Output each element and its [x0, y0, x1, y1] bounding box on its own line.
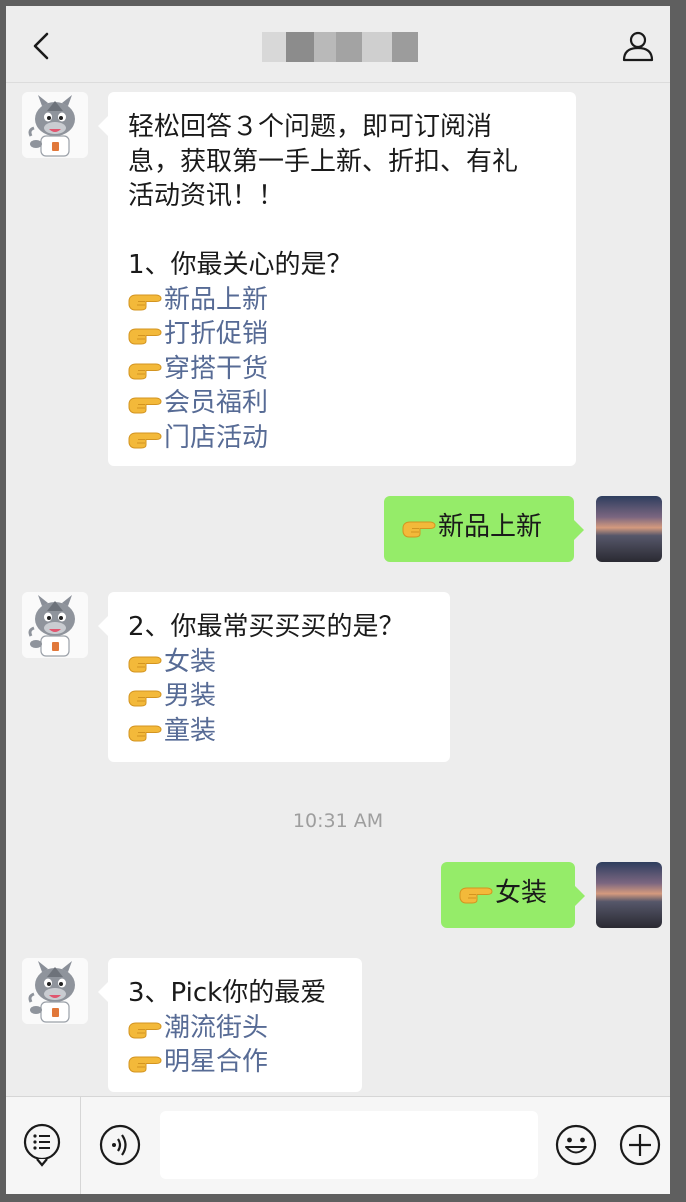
- menu-button[interactable]: [20, 1123, 64, 1167]
- user-avatar[interactable]: [596, 496, 662, 562]
- message-text: 女装: [495, 878, 548, 908]
- pointing-hand-icon: [128, 427, 162, 449]
- option-link[interactable]: 潮流街头: [128, 1011, 342, 1046]
- chat-window: 轻松回答３个问题，即可订阅消 息，获取第一手上新、折扣、有礼 活动资讯！！ 1、…: [6, 6, 670, 1194]
- option-link[interactable]: 女装: [128, 645, 430, 680]
- pointing-hand-icon: [128, 289, 162, 311]
- option-link[interactable]: 明星合作: [128, 1045, 342, 1080]
- option-link[interactable]: 男装: [128, 679, 430, 714]
- pointing-hand-icon: [128, 392, 162, 414]
- question-text: 3、Pick你的最爱: [128, 978, 327, 1008]
- pointing-hand-icon: [128, 1051, 162, 1073]
- message-bubble-incoming[interactable]: 3、Pick你的最爱 潮流街头 明星合作: [98, 958, 362, 1092]
- timestamp: 10:31 AM: [292, 810, 384, 832]
- option-link[interactable]: 穿搭干货: [128, 352, 556, 387]
- message-bubble-incoming[interactable]: 2、你最常买买买的是？ 女装 男装 童装: [98, 592, 450, 762]
- pointing-hand-icon: [402, 516, 436, 538]
- user-avatar[interactable]: [596, 862, 662, 928]
- voice-icon: [99, 1124, 141, 1166]
- message-input[interactable]: [160, 1111, 538, 1179]
- input-bar: [6, 1096, 670, 1194]
- message-bubble-outgoing[interactable]: 女装: [441, 862, 585, 928]
- chat-title-obscured: [262, 32, 418, 62]
- menu-icon: [23, 1123, 61, 1167]
- emoji-icon: [555, 1124, 597, 1166]
- profile-button[interactable]: [618, 26, 658, 66]
- question-text: 2、你最常买买买的是？: [128, 612, 405, 642]
- option-link[interactable]: 门店活动: [128, 421, 556, 456]
- pointing-hand-icon: [128, 358, 162, 380]
- message-text: 轻松回答３个问题，即可订阅消: [128, 112, 493, 142]
- person-icon: [622, 31, 654, 62]
- bot-avatar[interactable]: [22, 92, 88, 158]
- pointing-hand-icon: [128, 685, 162, 707]
- pointing-hand-icon: [128, 720, 162, 742]
- message-text: 息，获取第一手上新、折扣、有礼: [128, 146, 519, 177]
- option-link[interactable]: 童装: [128, 714, 430, 749]
- option-link[interactable]: 会员福利: [128, 386, 556, 421]
- plus-icon: [619, 1124, 661, 1166]
- back-button[interactable]: [22, 26, 62, 66]
- bot-avatar[interactable]: [22, 958, 88, 1024]
- voice-button[interactable]: [98, 1123, 142, 1167]
- pointing-hand-icon: [459, 882, 493, 904]
- message-text: 活动资讯！！: [128, 181, 285, 211]
- message-bubble-incoming[interactable]: 轻松回答３个问题，即可订阅消 息，获取第一手上新、折扣、有礼 活动资讯！！ 1、…: [98, 92, 576, 466]
- bot-avatar[interactable]: [22, 592, 88, 658]
- option-link[interactable]: 新品上新: [128, 283, 556, 318]
- add-button[interactable]: [618, 1123, 662, 1167]
- pointing-hand-icon: [128, 323, 162, 345]
- message-bubble-outgoing[interactable]: 新品上新: [384, 496, 584, 562]
- input-bar-divider: [80, 1097, 81, 1194]
- chevron-left-icon: [33, 32, 49, 60]
- pointing-hand-icon: [128, 651, 162, 673]
- message-text: 新品上新: [438, 512, 543, 542]
- question-text: 1、你最关心的是？: [128, 250, 353, 280]
- pointing-hand-icon: [128, 1017, 162, 1039]
- option-link[interactable]: 打折促销: [128, 317, 556, 352]
- emoji-button[interactable]: [554, 1123, 598, 1167]
- chat-header: [6, 6, 670, 83]
